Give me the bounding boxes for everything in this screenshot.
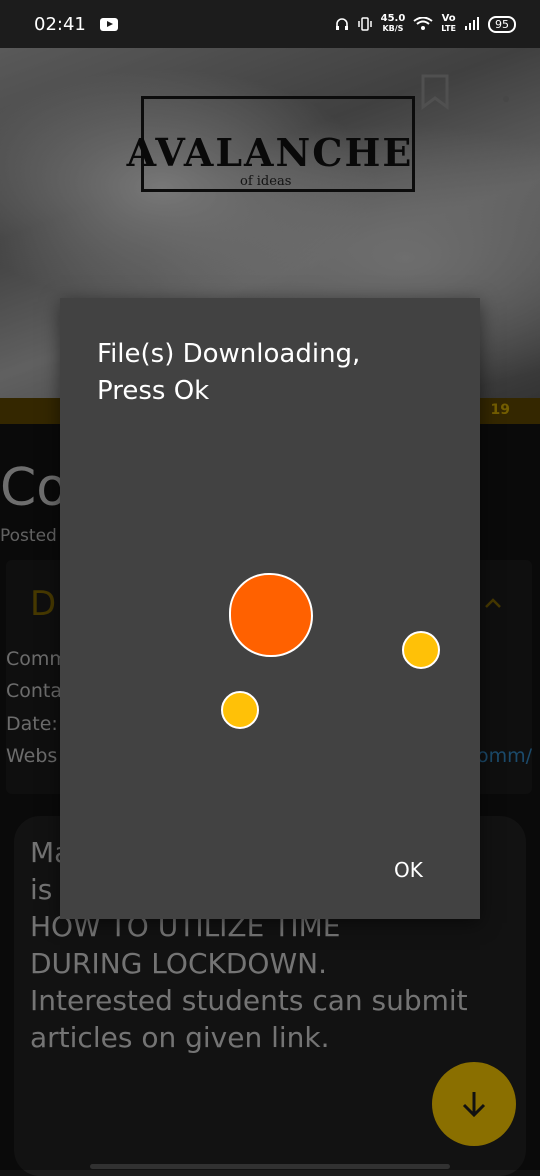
signal-icon (465, 17, 479, 30)
status-bar: 02:41 45.0 KB/S Vo LTE 95 (0, 0, 540, 48)
loading-dot-yellow-left (221, 691, 259, 729)
vibrate-icon (357, 17, 372, 31)
youtube-icon (99, 17, 118, 31)
headphones-icon (335, 18, 348, 30)
network-speed: 45.0 KB/S (380, 13, 406, 34)
download-dialog: File(s) Downloading, Press Ok OK (60, 298, 480, 919)
wifi-icon (413, 17, 433, 30)
dialog-title: File(s) Downloading, Press Ok (97, 339, 361, 406)
ok-button[interactable]: OK (386, 854, 431, 886)
download-button[interactable] (432, 1062, 516, 1146)
volte-indicator: Vo LTE (441, 13, 456, 34)
clock: 02:41 (34, 13, 86, 35)
loading-dot-yellow-right (402, 631, 440, 669)
loading-dot-orange (229, 573, 313, 657)
arrow-down-icon (462, 1092, 486, 1118)
battery-indicator: 95 (488, 15, 516, 33)
